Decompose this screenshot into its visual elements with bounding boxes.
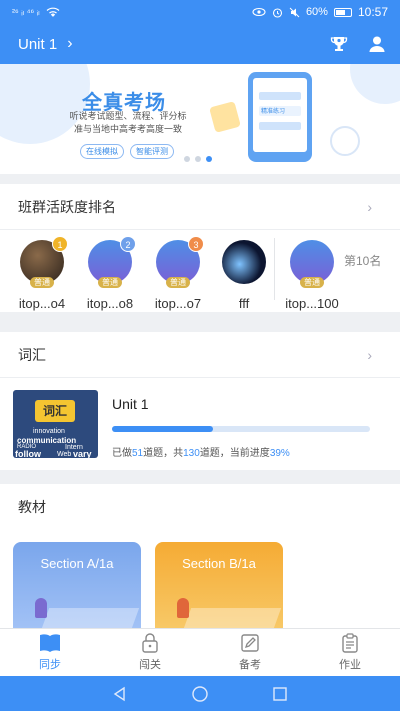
ranking-section: 班群活跃度排名 › 1 普通 itop...o4 2 普通 itop...o8 … (0, 184, 400, 312)
rank-member[interactable]: 普通 fff (210, 240, 278, 311)
unit-label: Unit 1 (18, 35, 58, 53)
chevron-right-icon: › (367, 198, 372, 215)
cover-word: Web (57, 451, 72, 458)
battery-icon (333, 7, 352, 17)
level-badge: 普通 (98, 277, 122, 288)
level-badge: 普通 (30, 277, 54, 288)
promo-banner[interactable]: 全真考场 听说考试题型、流程、评分标准与当地中高考考高度一致 在线模拟 智能评测… (0, 64, 400, 174)
tab-challenge[interactable]: 闯关 (100, 629, 200, 676)
ranking-title: 班群活跃度排名 (18, 198, 116, 215)
phone-illustration: 精准练习 (248, 72, 312, 162)
avatar: 普通 (222, 240, 266, 284)
tab-homework[interactable]: 作业 (300, 629, 400, 676)
tab-label: 闯关 (139, 659, 161, 671)
member-name: itop...o7 (154, 296, 202, 311)
vocab-cover-image: 词汇 innovation communication RADIO Intern… (13, 390, 98, 458)
cover-word: innovation (33, 428, 65, 435)
mute-icon (289, 7, 300, 17)
tab-label: 同步 (39, 659, 61, 671)
cover-word: vary (73, 449, 92, 458)
chevron-right-icon: › (367, 346, 372, 363)
member-name: itop...100 (285, 296, 339, 311)
cover-tag: 词汇 (35, 400, 75, 422)
level-badge: 普通 (300, 277, 324, 288)
textbook-header: 教材 (0, 484, 400, 530)
vocab-unit-title: Unit 1 (112, 396, 149, 412)
tab-label: 作业 (339, 659, 361, 671)
bottom-tab-bar: 同步 闯关 备考 作业 (0, 628, 400, 676)
avatar: 1 普通 (20, 236, 68, 288)
progress-text: 已做51道题，共130道题，当前进度39% (112, 448, 290, 459)
clipboard-icon (342, 633, 358, 653)
member-name: itop...o4 (18, 296, 66, 311)
wifi-icon (46, 7, 59, 17)
textbook-card[interactable]: Section B/1a (155, 542, 283, 628)
avatar: 普通 (290, 240, 334, 288)
textbook-section: 教材 Section A/1a Section B/1a (0, 484, 400, 628)
phone-text: 精准练习 (259, 106, 301, 116)
carousel-dot[interactable] (184, 156, 190, 162)
recents-icon[interactable] (272, 686, 288, 702)
avatar: 2 普通 (88, 236, 136, 288)
my-rank-member[interactable]: 普通 itop...100 (278, 240, 346, 311)
banner-tag: 在线模拟 (80, 144, 124, 159)
top-header: Unit 1 › (0, 24, 400, 64)
vocab-header[interactable]: 词汇 › (0, 332, 400, 378)
carousel-dot[interactable] (195, 156, 201, 162)
home-icon[interactable] (191, 685, 209, 703)
status-bar: ²⁶ ᵢₗ ⁴⁶ ᵢₗ 60% 10:57 (0, 0, 400, 24)
document-illustration (209, 101, 241, 133)
rank-badge: 2 (120, 236, 136, 252)
unit-selector[interactable]: Unit 1 › (18, 35, 73, 53)
banner-subtitle: 听说考试题型、流程、评分标准与当地中高考考高度一致 (69, 111, 187, 134)
avatar: 3 普通 (156, 236, 204, 288)
rank-member[interactable]: 1 普通 itop...o4 (8, 236, 76, 311)
user-profile-icon[interactable] (368, 35, 386, 53)
clock-time: 10:57 (357, 5, 388, 19)
chevron-right-icon: › (67, 35, 73, 52)
eye-icon (252, 7, 266, 17)
tab-label: 备考 (239, 659, 261, 671)
progress-bar (112, 426, 370, 432)
tab-exam-prep[interactable]: 备考 (200, 629, 300, 676)
banner-tags: 在线模拟 智能评测 (80, 144, 174, 159)
book-icon (40, 634, 60, 652)
tab-sync[interactable]: 同步 (0, 629, 100, 676)
banner-tag: 智能评测 (130, 144, 174, 159)
member-name: fff (238, 296, 250, 311)
textbook-list: Section A/1a Section B/1a (0, 530, 400, 628)
divider (274, 238, 275, 300)
carousel-dot-active[interactable] (206, 156, 212, 162)
system-nav-bar (0, 676, 400, 711)
rank-badge: 3 (188, 236, 204, 252)
my-rank-label: 第10名 (344, 254, 382, 268)
rank-member[interactable]: 3 普通 itop...o7 (144, 236, 212, 311)
textbook-title: 教材 (18, 499, 46, 515)
cover-word: follow (15, 449, 41, 458)
signal-icon: ²⁶ ᵢₗ ⁴⁶ ᵢₗ (12, 6, 40, 17)
battery-percent: 60% (305, 6, 328, 18)
rank-badge: 1 (52, 236, 68, 252)
rank-member[interactable]: 2 普通 itop...o8 (76, 236, 144, 311)
back-icon[interactable] (112, 686, 128, 702)
alarm-icon (272, 7, 282, 18)
ranking-list: 1 普通 itop...o4 2 普通 itop...o8 3 普通 itop.… (0, 230, 400, 312)
vocab-title: 词汇 (18, 346, 46, 363)
textbook-label: Section B/1a (182, 556, 256, 571)
headphone-illustration (330, 126, 360, 156)
pencil-icon (241, 634, 259, 652)
trophy-icon[interactable] (330, 35, 348, 53)
member-name: itop...o8 (86, 296, 134, 311)
vocab-item[interactable]: 词汇 innovation communication RADIO Intern… (0, 378, 400, 470)
textbook-card[interactable]: Section A/1a (13, 542, 141, 628)
ranking-header[interactable]: 班群活跃度排名 › (0, 184, 400, 230)
level-badge: 普通 (166, 277, 190, 288)
vocab-section: 词汇 › 词汇 innovation communication RADIO I… (0, 332, 400, 470)
textbook-label: Section A/1a (40, 556, 114, 571)
lock-icon (142, 633, 158, 653)
carousel-indicator[interactable] (184, 156, 212, 162)
